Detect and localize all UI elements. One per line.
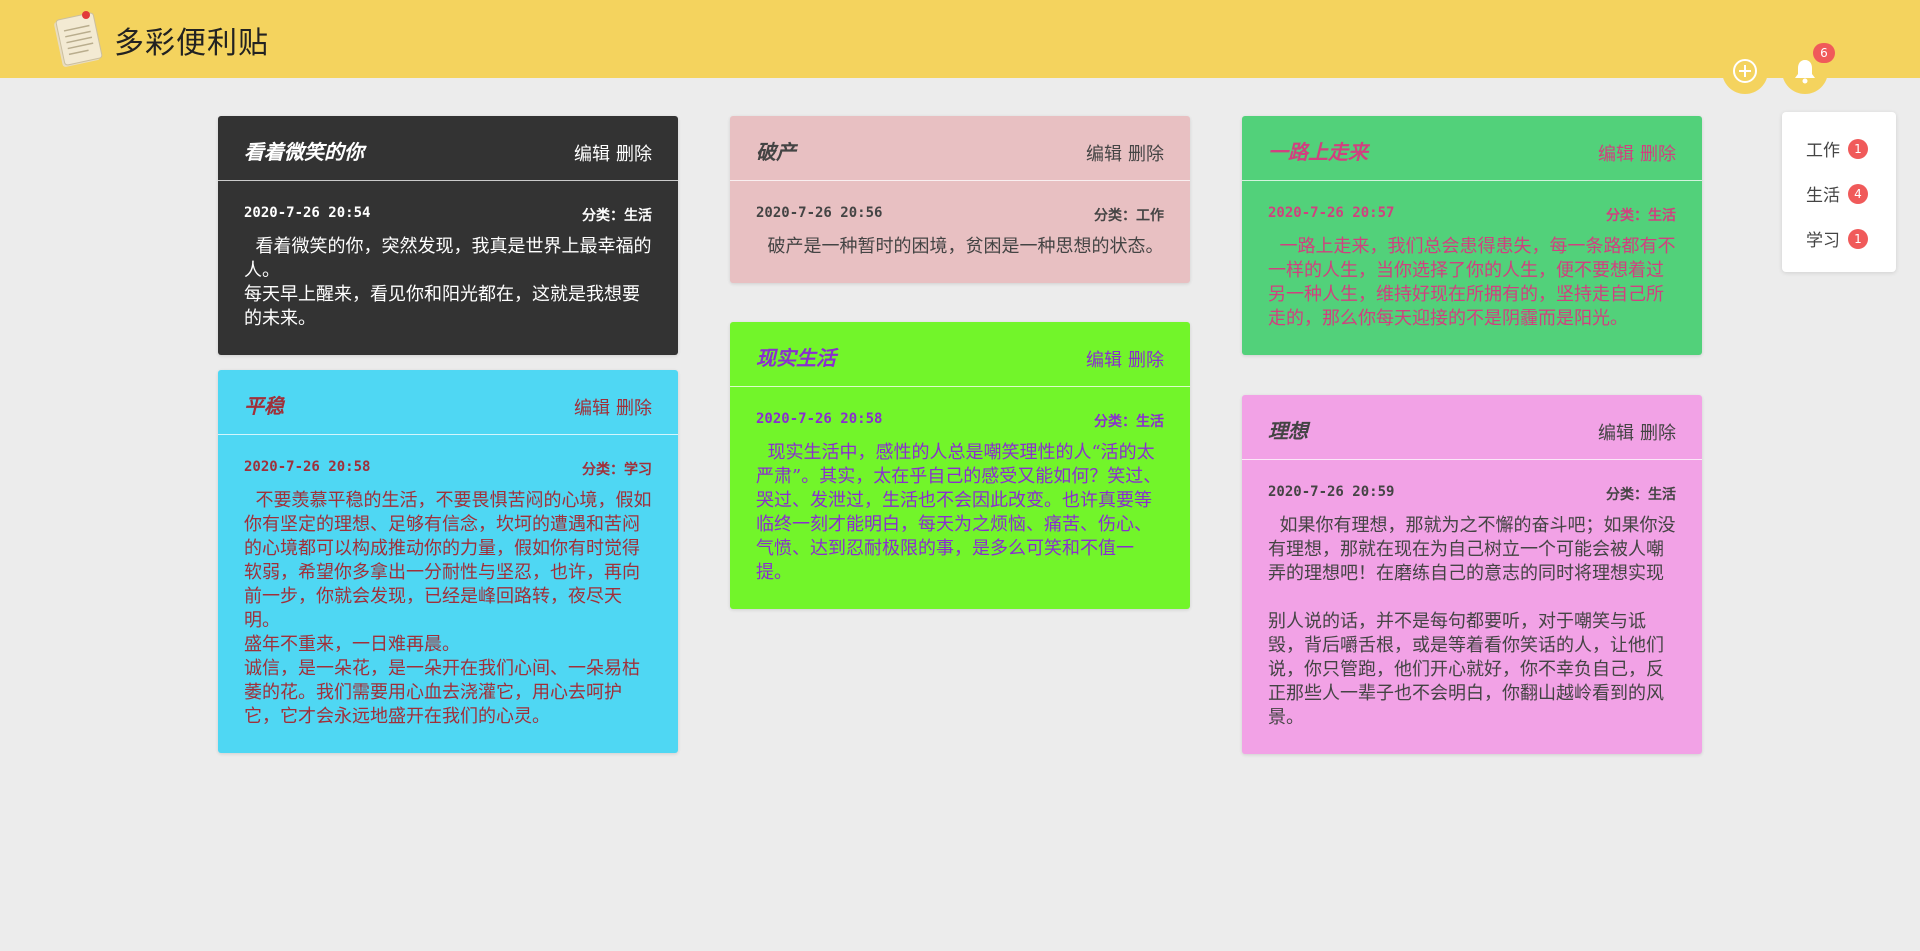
delete-button[interactable]: 删除 [1640,144,1676,165]
note-category: 分类：学习 [582,462,652,478]
note-title: 看着微笑的你 [244,140,364,164]
note-title: 理想 [1268,419,1308,443]
add-note-button[interactable] [1722,48,1768,94]
edit-button[interactable]: 编辑 [1086,144,1122,165]
note-date: 2020-7-26 20:58 [756,411,883,427]
delete-button[interactable]: 删除 [1640,423,1676,444]
category-count-badge: 4 [1848,183,1868,204]
edit-button[interactable]: 编辑 [1598,144,1634,165]
note-content: 现实生活中，感性的人总是嘲笑理性的人“活的太严肃”。其实，太在乎自己的感受又能如… [756,442,1162,583]
category-label: 生活 [1806,186,1840,206]
note-card: 破产 编辑 删除 2020-7-26 20:56 分类：工作 破产是一种暂时的困境… [730,116,1190,283]
category-item-study[interactable]: 学习 1 [1806,226,1868,251]
category-label: 工作 [1806,141,1840,161]
category-item-work[interactable]: 工作 1 [1806,136,1868,161]
note-category: 分类：工作 [1094,208,1164,224]
note-card: 平稳 编辑 删除 2020-7-26 20:58 分类：学习 不要羡慕平稳的生活，… [218,370,678,753]
category-label: 学习 [1806,231,1840,251]
bell-icon [1795,60,1815,84]
category-dropdown: 工作 1 生活 4 学习 1 [1782,112,1896,272]
category-count-badge: 1 [1848,228,1868,249]
note-content: 看着微笑的你，突然发现，我真是世界上最幸福的人。 每天早上醒来，看见你和阳光都在… [244,236,652,329]
edit-button[interactable]: 编辑 [574,144,610,165]
edit-button[interactable]: 编辑 [574,398,610,419]
note-content: 破产是一种暂时的困境，贫困是一种思想的状态。 [756,236,1164,257]
note-category: 分类：生活 [1094,414,1164,430]
note-content: 一路上走来，我们总会患得患失，每一条路都有不一样的人生，当你选择了你的人生，便不… [1268,236,1676,329]
notification-count-badge: 6 [1813,43,1835,63]
note-title: 现实生活 [756,346,836,370]
note-date: 2020-7-26 20:57 [1268,205,1395,221]
note-date: 2020-7-26 20:56 [756,205,883,221]
delete-button[interactable]: 删除 [616,398,652,419]
note-title: 破产 [756,140,796,164]
note-card: 现实生活 编辑 删除 2020-7-26 20:58 分类：生活 现实生活中，感性… [730,322,1190,609]
note-card: 理想 编辑 删除 2020-7-26 20:59 分类：生活 如果你有理想，那就为… [1242,395,1702,754]
category-item-life[interactable]: 生活 4 [1806,181,1868,206]
edit-button[interactable]: 编辑 [1598,423,1634,444]
edit-button[interactable]: 编辑 [1086,350,1122,371]
delete-button[interactable]: 删除 [1128,144,1164,165]
category-count-badge: 1 [1848,138,1868,159]
note-title: 一路上走来 [1268,140,1368,164]
note-content: 不要羡慕平稳的生活，不要畏惧苦闷的心境，假如你有坚定的理想、足够有信念，坎坷的遭… [244,490,652,727]
app-title: 多彩便利贴 [114,26,269,61]
note-card: 看着微笑的你 编辑 删除 2020-7-26 20:54 分类：生活 看着微笑的你… [218,116,678,355]
note-category: 分类：生活 [582,208,652,224]
note-date: 2020-7-26 20:58 [244,459,371,475]
note-card: 一路上走来 编辑 删除 2020-7-26 20:57 分类：生活 一路上走来，我… [1242,116,1702,355]
delete-button[interactable]: 删除 [616,144,652,165]
delete-button[interactable]: 删除 [1128,350,1164,371]
note-date: 2020-7-26 20:54 [244,205,371,221]
plus-icon [1733,59,1757,83]
note-category: 分类：生活 [1606,208,1676,224]
top-bar: 多彩便利贴 [0,0,1920,78]
note-date: 2020-7-26 20:59 [1268,484,1395,500]
note-category: 分类：生活 [1606,487,1676,503]
note-title: 平稳 [244,394,284,418]
note-content: 如果你有理想，那就为之不懈的奋斗吧；如果你没有理想，那就在现在为自己树立一个可能… [1268,515,1676,728]
notepad-logo-icon [54,11,103,67]
